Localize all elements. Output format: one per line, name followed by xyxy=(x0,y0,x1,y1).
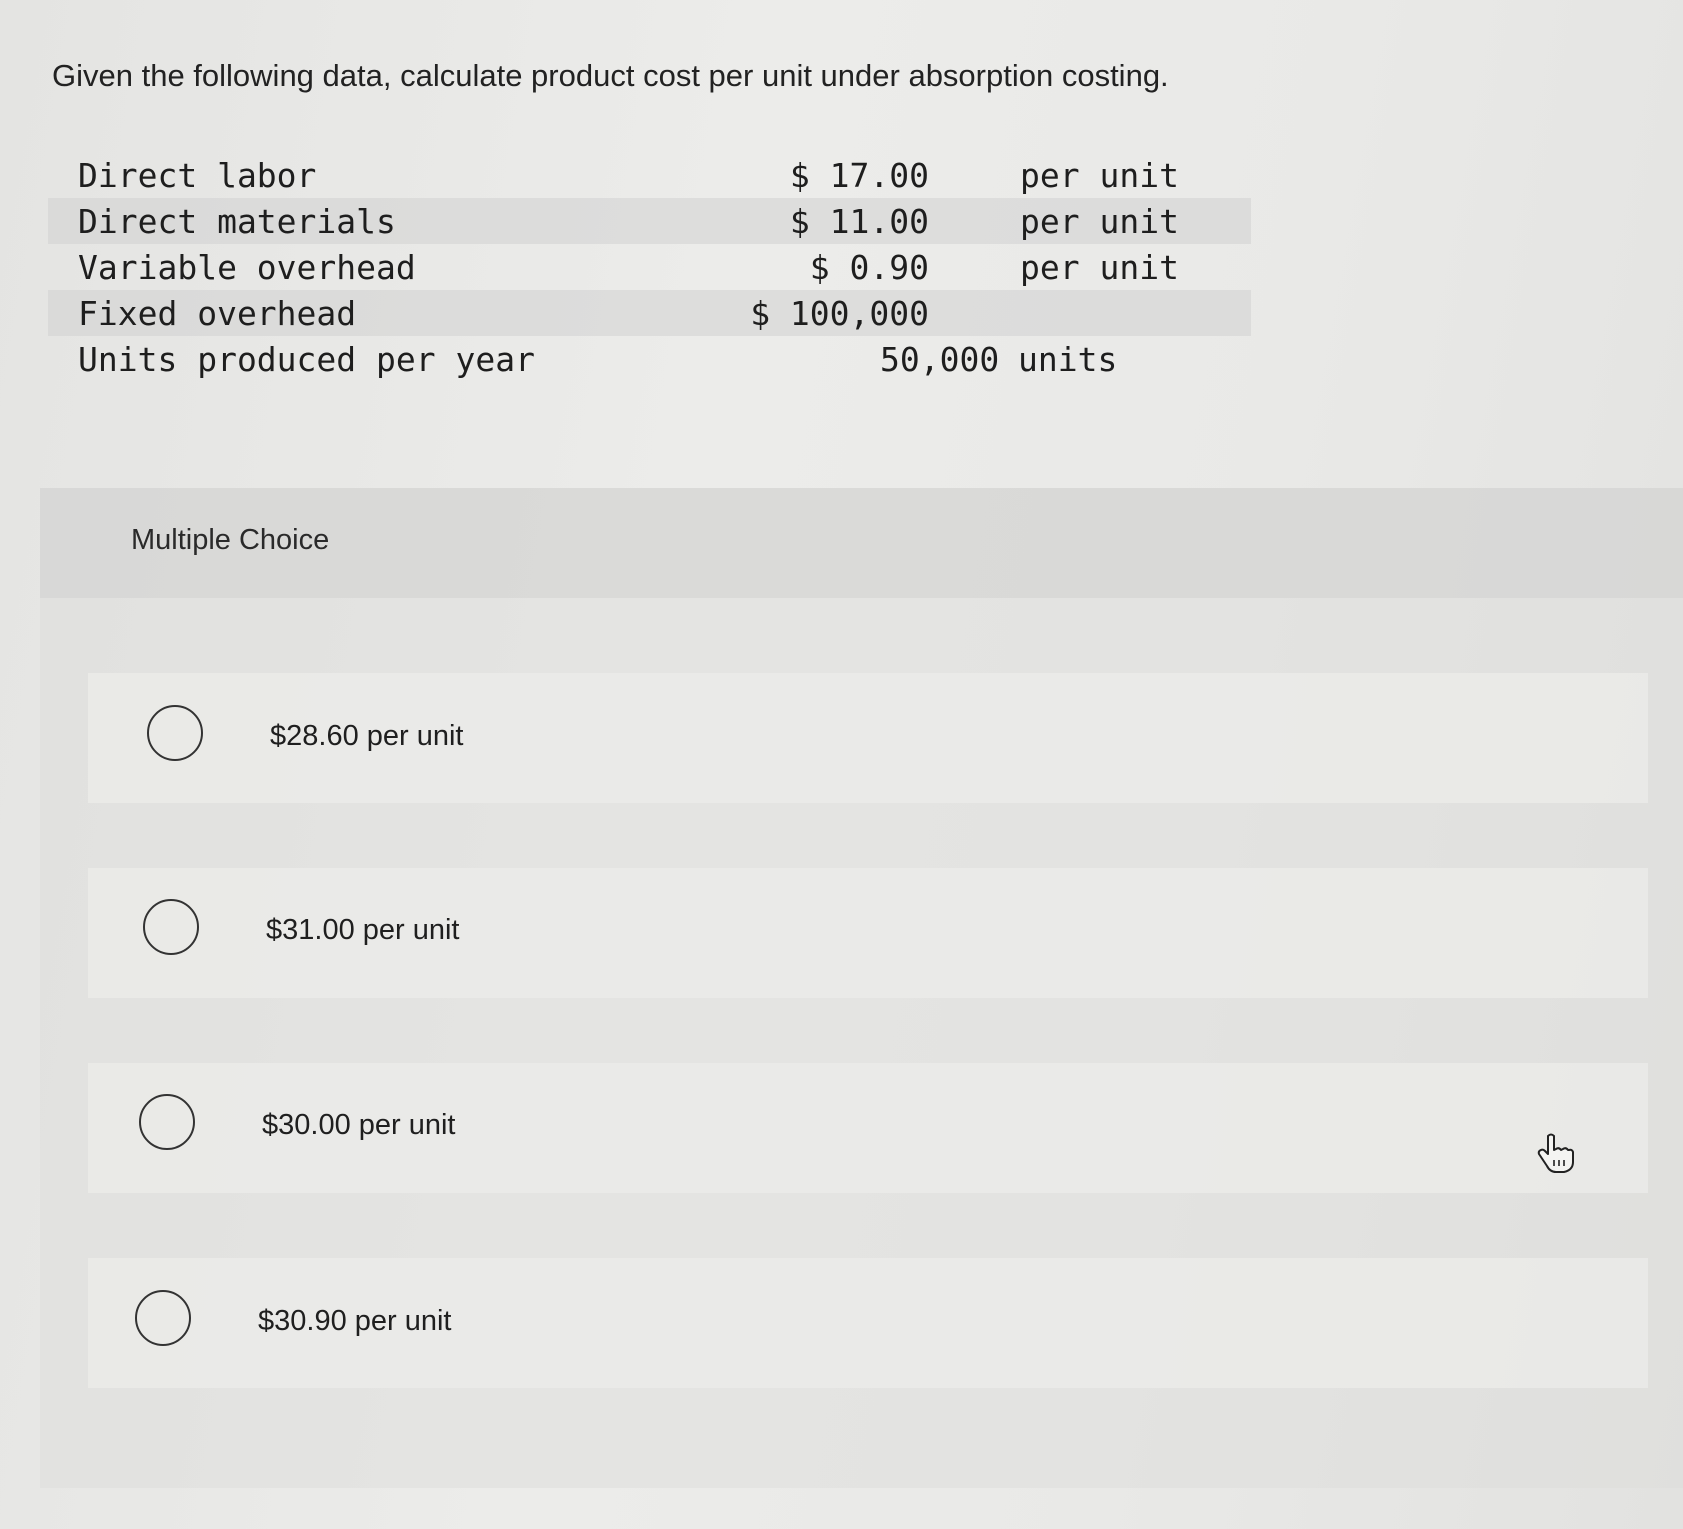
data-label: Direct materials xyxy=(78,202,396,241)
data-unit: per unit xyxy=(1020,248,1179,287)
data-amount: $ 0.90 xyxy=(809,248,929,287)
data-row-direct-materials: Direct materials $ 11.00 per unit xyxy=(48,198,1251,244)
data-amount: $ 17.00 xyxy=(789,156,929,195)
radio-button[interactable] xyxy=(139,1094,195,1150)
answer-option-label[interactable]: $30.90 per unit xyxy=(258,1305,451,1338)
hand-pointer-icon xyxy=(1536,1132,1574,1174)
question-text: Given the following data, calculate prod… xyxy=(52,58,1169,93)
data-row-direct-labor: Direct labor $ 17.00 per unit xyxy=(48,152,1251,198)
data-row-variable-overhead: Variable overhead $ 0.90 per unit xyxy=(48,244,1251,290)
data-row-units-produced: Units produced per year 50,000 units xyxy=(48,336,1251,382)
radio-button[interactable] xyxy=(135,1290,191,1346)
data-label: Units produced per year xyxy=(78,340,535,379)
data-unit: per unit xyxy=(1020,156,1179,195)
answer-option-label[interactable]: $30.00 per unit xyxy=(262,1109,455,1142)
radio-button[interactable] xyxy=(143,899,199,955)
answer-option-label[interactable]: $31.00 per unit xyxy=(266,914,459,947)
radio-button[interactable] xyxy=(147,705,203,761)
data-amount: 50,000 xyxy=(880,340,1000,379)
data-amount: $ 11.00 xyxy=(789,202,929,241)
data-label: Variable overhead xyxy=(78,248,416,287)
data-row-fixed-overhead: Fixed overhead $ 100,000 xyxy=(48,290,1251,336)
multiple-choice-title: Multiple Choice xyxy=(131,524,330,556)
data-unit: per unit xyxy=(1020,202,1179,241)
data-amount: $ 100,000 xyxy=(750,294,929,333)
data-unit: units xyxy=(1018,340,1118,379)
answer-option-label[interactable]: $28.60 per unit xyxy=(270,720,463,753)
data-label: Fixed overhead xyxy=(78,294,357,333)
cost-data-table: Direct labor $ 17.00 per unit Direct mat… xyxy=(48,152,1251,382)
data-label: Direct labor xyxy=(78,156,317,195)
